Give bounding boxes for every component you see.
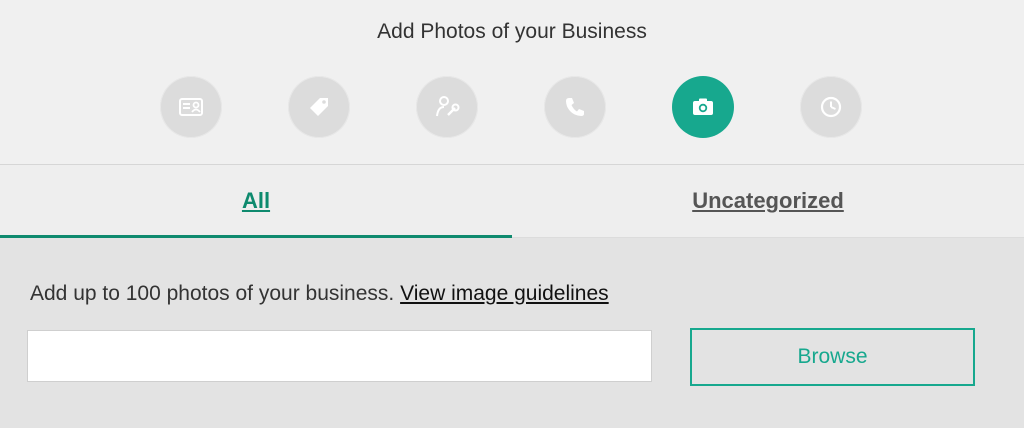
upload-panel: Add up to 100 photos of your business. V… — [0, 238, 1024, 428]
page-title: Add Photos of your Business — [377, 20, 647, 43]
step-contact[interactable] — [544, 76, 606, 138]
step-photos[interactable] — [672, 76, 734, 138]
person-wrench-icon — [436, 96, 460, 117]
tab-uncategorized[interactable]: Uncategorized — [512, 165, 1024, 237]
upload-limit-text: Add up to 100 photos of your business. — [30, 282, 395, 305]
step-services[interactable] — [416, 76, 478, 138]
file-path-input[interactable] — [27, 330, 652, 382]
browse-button[interactable]: Browse — [690, 328, 975, 386]
image-guidelines-link[interactable]: View image guidelines — [400, 282, 609, 305]
step-business-info[interactable] — [160, 76, 222, 138]
camera-icon — [693, 98, 713, 115]
photo-category-tabs: All Uncategorized — [0, 165, 1024, 238]
phone-icon — [566, 98, 584, 116]
tag-icon — [310, 98, 328, 116]
step-categories[interactable] — [288, 76, 350, 138]
step-hours[interactable] — [800, 76, 862, 138]
tab-all[interactable]: All — [0, 165, 512, 238]
id-card-icon — [179, 98, 203, 116]
upload-description: Add up to 100 photos of your business. V… — [30, 282, 609, 306]
wizard-header: Add Photos of your Business — [0, 0, 1024, 165]
clock-icon — [820, 96, 842, 118]
